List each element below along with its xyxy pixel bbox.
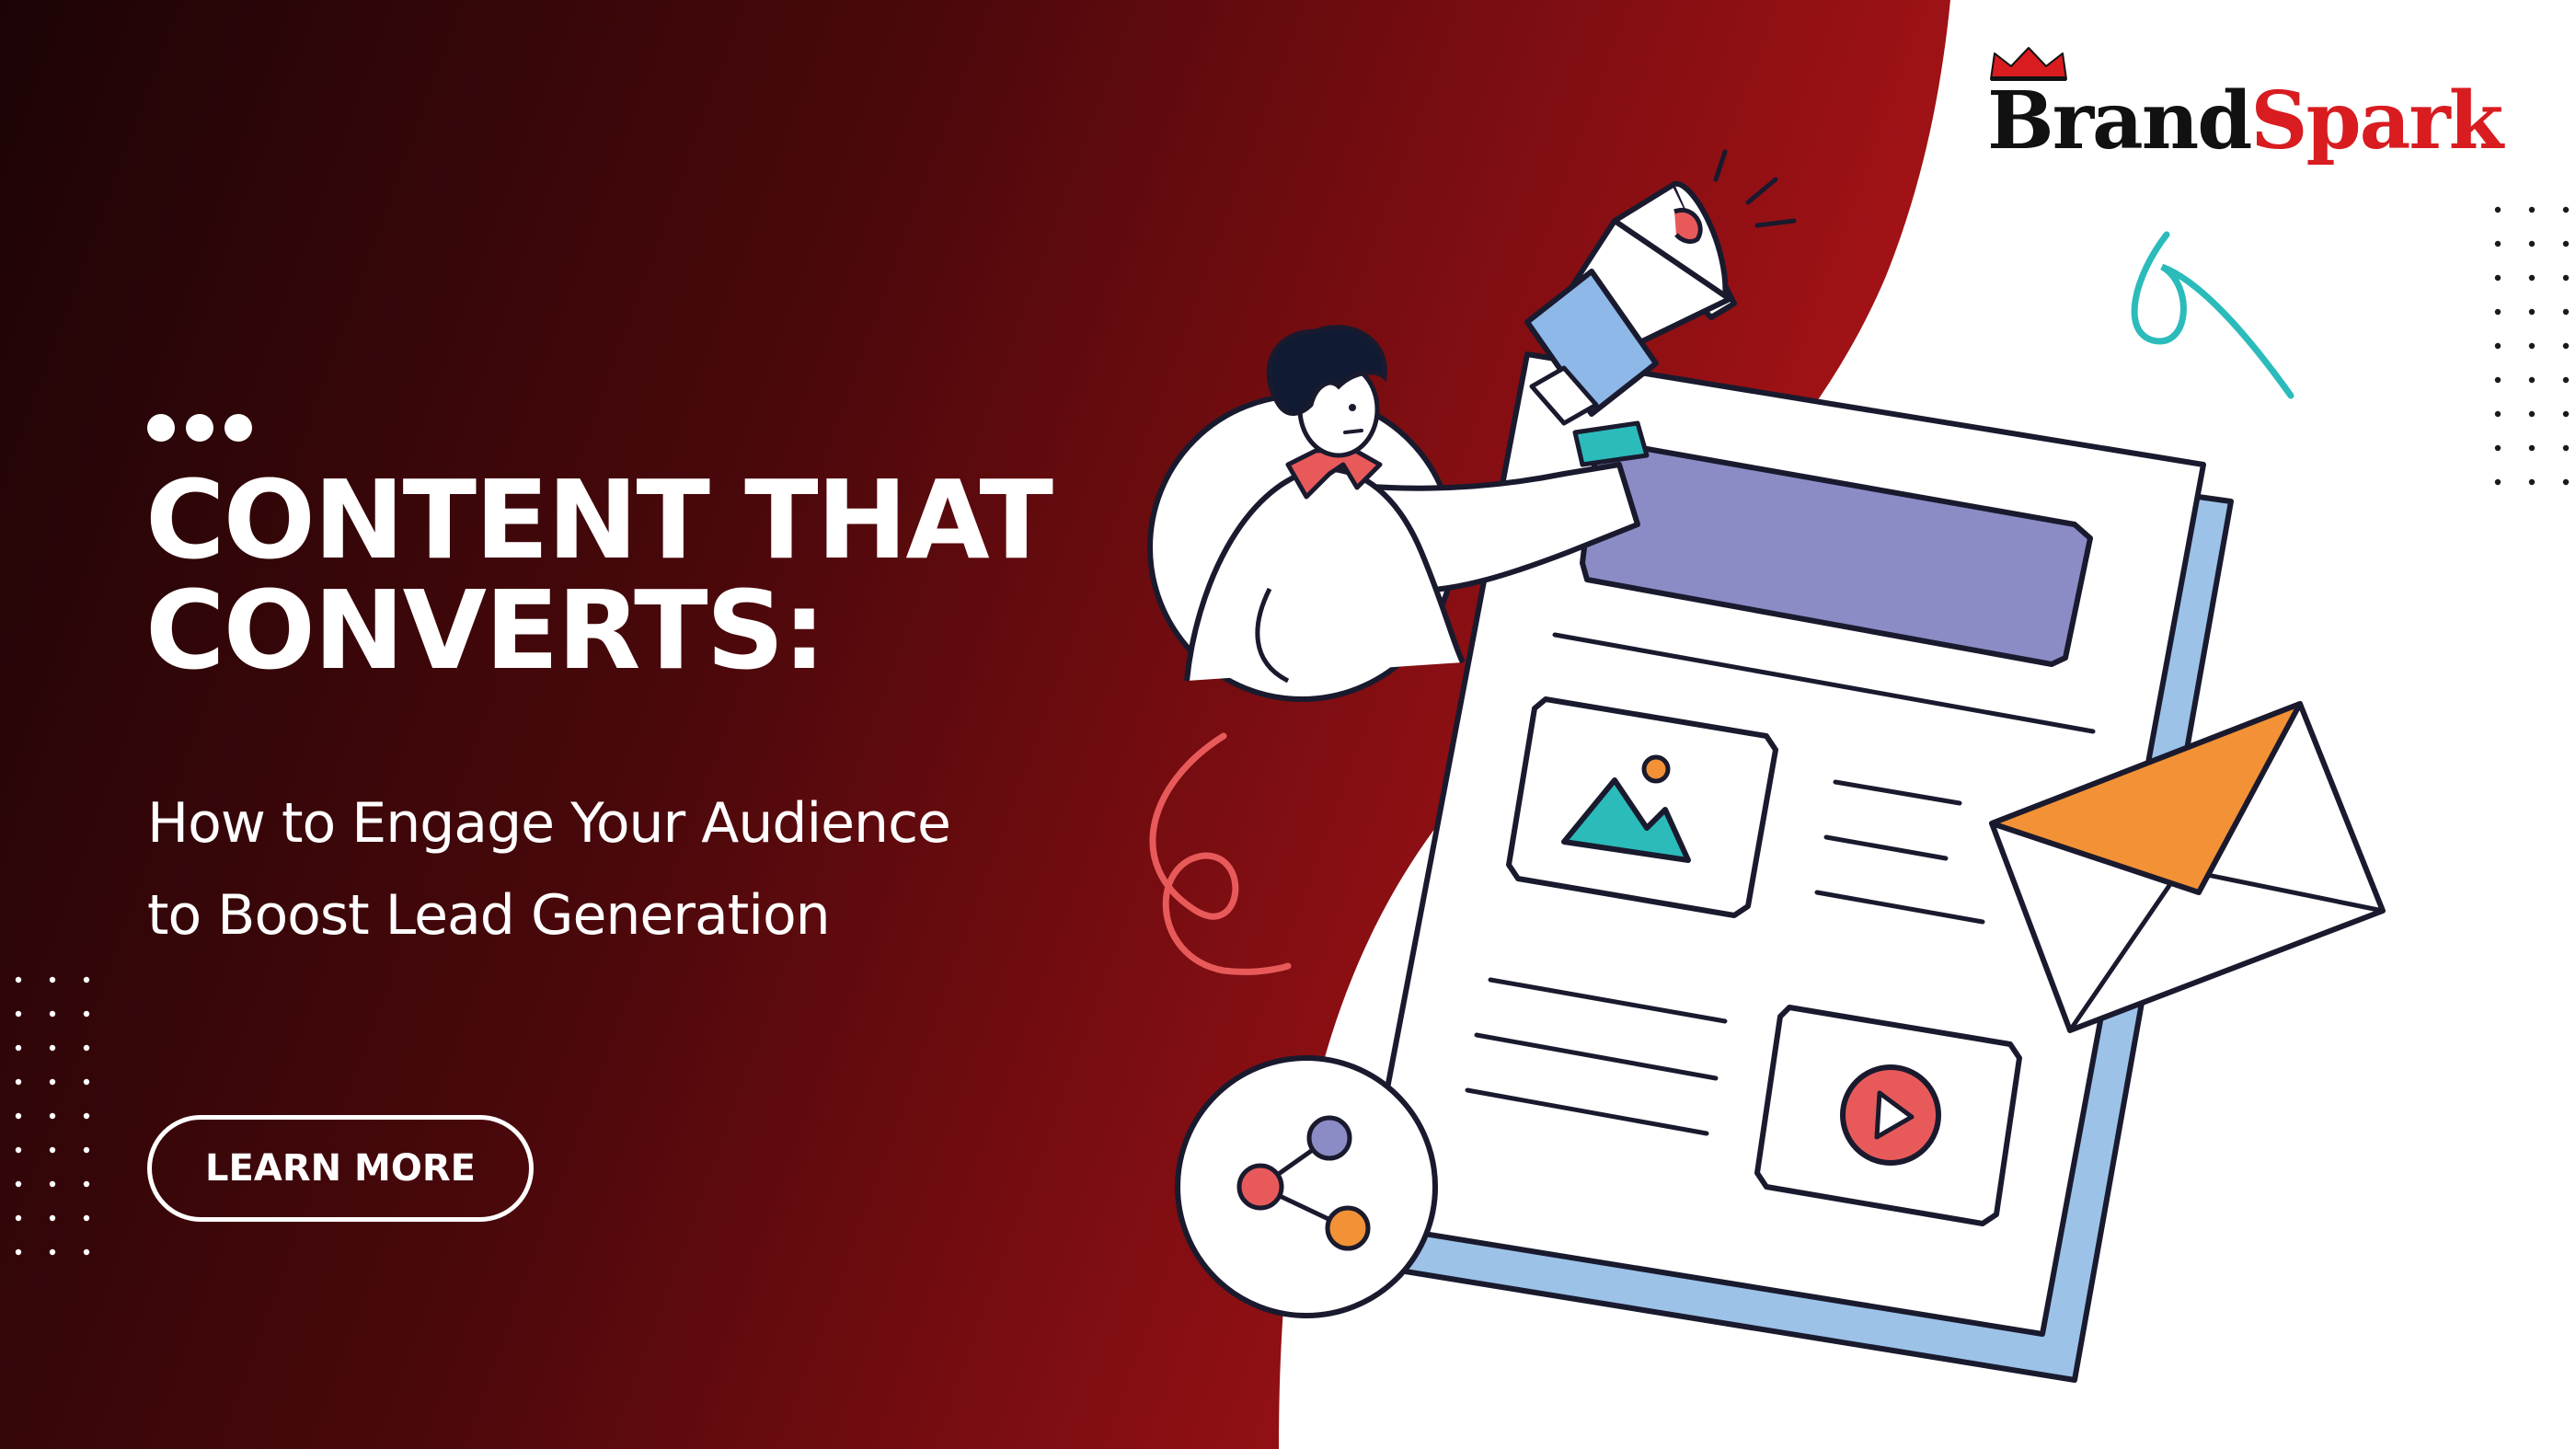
- decorative-dots-icon: [147, 414, 252, 442]
- headline-line-1: CONTENT THAT: [145, 456, 1053, 583]
- hero-banner: BrandSpark CONTENT THAT CONVERTS: How to…: [0, 0, 2576, 1449]
- headline-line-2: CONVERTS:: [145, 567, 826, 694]
- share-icon: [1175, 1055, 1438, 1318]
- subheadline-line-2: to Boost Lead Generation: [147, 883, 831, 948]
- image-icon: [1506, 696, 1778, 918]
- headline: CONTENT THAT CONVERTS:: [145, 456, 1053, 694]
- play-button-icon: [1754, 1005, 2022, 1226]
- subheadline: How to Engage Your Audience to Boost Lea…: [147, 777, 951, 961]
- logo-wordmark: BrandSpark: [1987, 75, 2503, 167]
- subheadline-line-1: How to Engage Your Audience: [147, 791, 951, 856]
- content-illustration: [1147, 149, 2386, 1383]
- learn-more-button[interactable]: LEARN MORE: [147, 1115, 534, 1222]
- logo-brand-text: Brand: [1987, 75, 2252, 167]
- brand-logo[interactable]: BrandSpark: [1987, 37, 2521, 175]
- logo-spark-text: Spark: [2250, 75, 2503, 167]
